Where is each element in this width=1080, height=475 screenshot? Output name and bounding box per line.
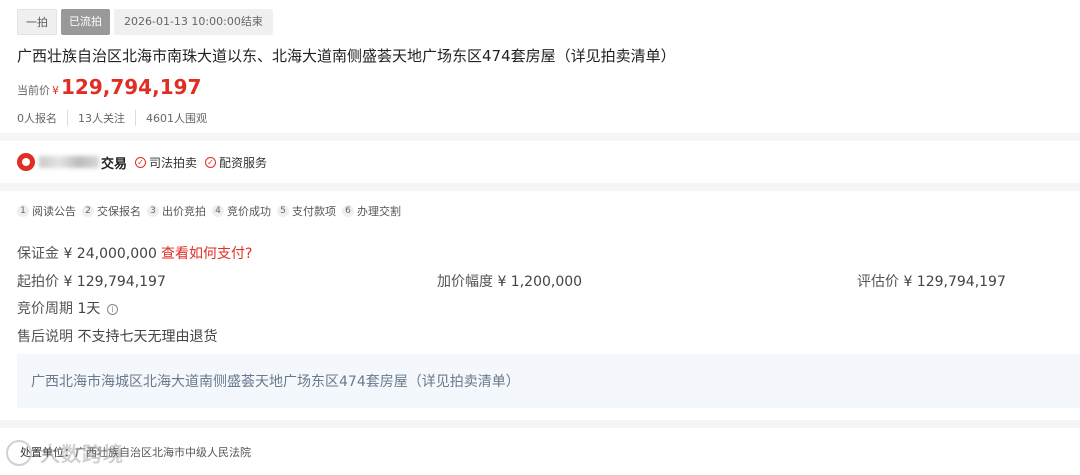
status-badge: 已流拍	[61, 9, 110, 35]
step-label: 出价竞拍	[162, 205, 206, 218]
view-count: 4601人围观	[135, 110, 217, 126]
step-number: 6	[342, 205, 354, 217]
step-number: 3	[147, 205, 159, 217]
watermark: 大数跨境	[40, 442, 124, 466]
aftersale-row: 售后说明 不支持七天无理由退货	[17, 326, 217, 346]
deposit-value: ¥ 24,000,000	[63, 246, 157, 262]
financing-badge: ✓ 配资服务	[205, 154, 267, 171]
currency-symbol: ¥	[52, 84, 59, 97]
aftersale-label: 售后说明	[17, 329, 73, 345]
process-steps: 1 阅读公告 2 交保报名 3 出价竞拍 4 竞价成功 5 支付款项 6 办理交割	[17, 203, 407, 219]
step-1: 1 阅读公告	[17, 203, 76, 219]
badge-label: 配资服务	[219, 155, 268, 170]
start-price-label: 起拍价	[17, 274, 59, 290]
step-label: 阅读公告	[32, 205, 76, 218]
step-4: 4 竞价成功	[212, 203, 271, 219]
increment-row: 加价幅度 ¥ 1,200,000	[437, 271, 582, 291]
appraisal-label: 评估价	[857, 274, 899, 290]
auction-detail-card: 1 阅读公告 2 交保报名 3 出价竞拍 4 竞价成功 5 支付款项 6 办理交割 保证金 …	[0, 191, 1080, 420]
price-label: 当前价	[17, 84, 50, 97]
check-shield-icon: ✓	[205, 156, 217, 168]
info-icon[interactable]: i	[106, 303, 118, 315]
appraisal-row: 评估价 ¥ 129,794,197	[857, 271, 1006, 291]
signup-count: 0人报名	[17, 112, 57, 125]
step-number: 5	[277, 205, 289, 217]
deposit-row: 保证金 ¥ 24,000,000 查看如何支付?	[17, 243, 252, 263]
check-shield-icon: ✓	[135, 156, 147, 168]
badge-label: 司法拍卖	[149, 155, 198, 170]
step-number: 4	[212, 205, 224, 217]
auction-round-tag: 一拍	[17, 9, 57, 35]
platform-logo-icon	[17, 153, 35, 171]
increment-label: 加价幅度	[437, 274, 493, 290]
step-label: 交保报名	[97, 205, 141, 218]
judicial-auction-badge: ✓ 司法拍卖	[135, 154, 197, 171]
status-tags: 一拍 已流拍 2026-01-13 10:00:00结束	[17, 9, 273, 35]
step-number: 1	[17, 205, 29, 217]
step-6: 6 办理交割	[342, 203, 401, 219]
step-5: 5 支付款项	[277, 203, 336, 219]
org-name: 交易	[101, 156, 128, 172]
watermark-icon	[6, 440, 32, 466]
start-price-value: ¥ 129,794,197	[63, 274, 166, 290]
step-label: 支付款项	[292, 205, 336, 218]
current-price-row: 当前价 ¥ 129,794,197	[17, 75, 201, 99]
start-price-row: 起拍价 ¥ 129,794,197	[17, 271, 166, 291]
step-label: 竞价成功	[227, 205, 271, 218]
step-3: 3 出价竞拍	[147, 203, 206, 219]
page-title: 广西壮族自治区北海市南珠大道以东、北海大道南侧盛荟天地广场东区474套房屋（详见…	[17, 47, 676, 65]
blurred-org-name	[39, 156, 99, 168]
deposit-label: 保证金	[17, 246, 59, 262]
court-card: 处置单位：广西壮族自治区北海市中级人民法院 大数跨境	[0, 428, 1080, 475]
aftersale-value: 不支持七天无理由退货	[77, 329, 218, 345]
increment-value: ¥ 1,200,000	[497, 274, 583, 290]
step-label: 办理交割	[357, 205, 401, 218]
step-2: 2 交保报名	[82, 203, 141, 219]
how-to-pay-link[interactable]: 查看如何支付?	[161, 246, 252, 262]
cycle-value: 1天	[77, 301, 101, 317]
org-bar[interactable]: 交易 ✓ 司法拍卖 ✓ 配资服务	[0, 141, 1080, 183]
auction-summary-card: 一拍 已流拍 2026-01-13 10:00:00结束 广西壮族自治区北海市南…	[0, 0, 1080, 133]
step-number: 2	[82, 205, 94, 217]
cycle-row: 竞价周期 1天 i	[17, 298, 118, 318]
auction-stats: 0人报名 13人关注 4601人围观	[17, 110, 217, 126]
current-price: 129,794,197	[61, 75, 202, 99]
cycle-label: 竞价周期	[17, 301, 73, 317]
address-box: 广西北海市海城区北海大道南侧盛荟天地广场东区474套房屋（详见拍卖清单）	[17, 354, 1080, 408]
end-time-tag: 2026-01-13 10:00:00结束	[114, 9, 273, 35]
appraisal-value: ¥ 129,794,197	[903, 274, 1006, 290]
follow-count: 13人关注	[67, 110, 135, 126]
